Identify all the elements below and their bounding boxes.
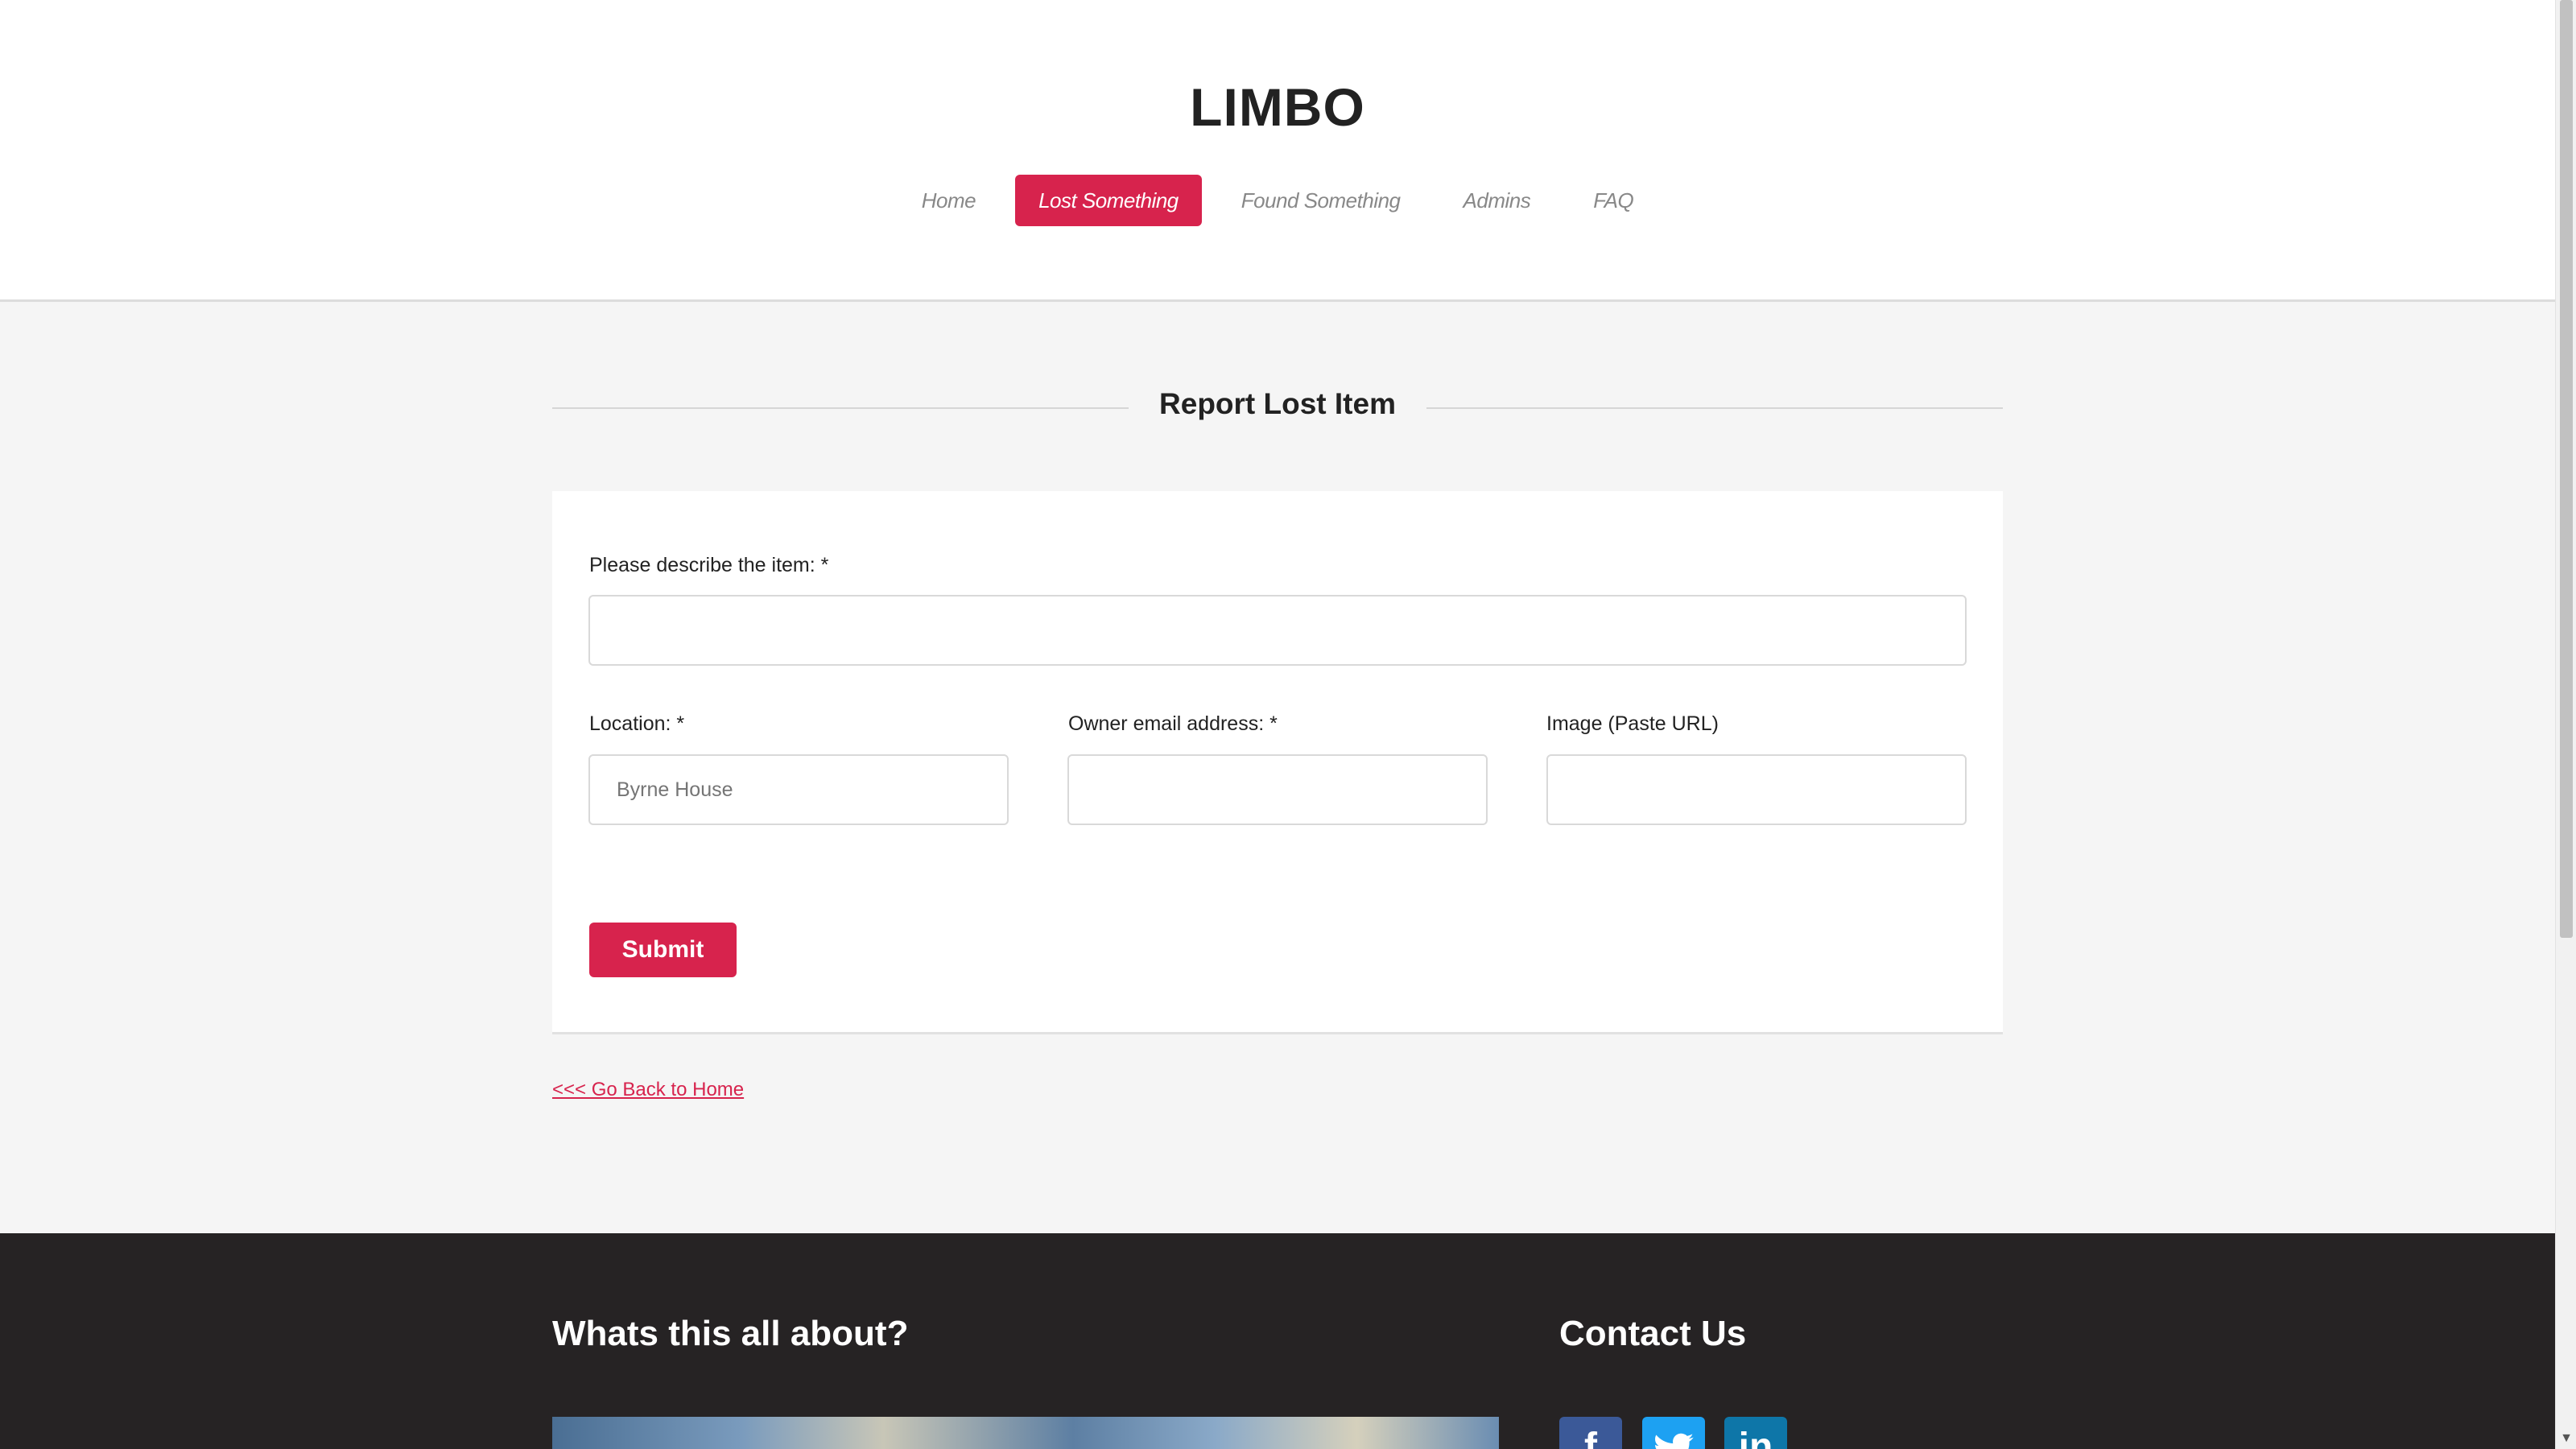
linkedin-icon[interactable]: in	[1724, 1417, 1787, 1449]
main-nav: Home Lost Something Found Something Admi…	[0, 175, 2555, 226]
report-lost-item-form: Please describe the item: * Location: * …	[552, 491, 2003, 1034]
description-input[interactable]	[588, 595, 1967, 666]
site-footer: Whats this all about? Contact Us f in	[0, 1233, 2555, 1449]
description-label: Please describe the item: *	[589, 554, 829, 576]
image-url-label: Image (Paste URL)	[1546, 712, 1719, 735]
image-url-input[interactable]	[1546, 754, 1967, 825]
vertical-scrollbar[interactable]: ▼	[2555, 0, 2576, 1449]
location-label: Location: *	[589, 712, 685, 735]
scrollbar-thumb[interactable]	[2560, 0, 2573, 938]
back-to-home-link[interactable]: <<< Go Back to Home	[552, 1079, 744, 1101]
email-input[interactable]	[1067, 754, 1488, 825]
site-logo[interactable]: LIMBO	[0, 76, 2555, 138]
nav-item-lost-something[interactable]: Lost Something	[1015, 175, 1202, 226]
location-input[interactable]	[588, 754, 1009, 825]
about-image	[552, 1417, 1499, 1449]
site-header: LIMBO Home Lost Something Found Somethin…	[0, 0, 2555, 302]
submit-button[interactable]: Submit	[589, 923, 737, 977]
nav-item-found-something[interactable]: Found Something	[1218, 175, 1424, 226]
scroll-down-arrow-icon[interactable]: ▼	[2556, 1431, 2576, 1446]
nav-item-faq[interactable]: FAQ	[1570, 175, 1657, 226]
about-heading: Whats this all about?	[552, 1314, 909, 1353]
section-heading: Report Lost Item	[552, 382, 2003, 431]
facebook-icon[interactable]: f	[1559, 1417, 1622, 1449]
nav-item-home[interactable]: Home	[898, 175, 999, 226]
email-label: Owner email address: *	[1068, 712, 1278, 735]
page-title: Report Lost Item	[1159, 387, 1396, 420]
contact-heading: Contact Us	[1559, 1314, 1747, 1353]
nav-item-admins[interactable]: Admins	[1440, 175, 1554, 226]
twitter-icon[interactable]	[1642, 1417, 1705, 1449]
